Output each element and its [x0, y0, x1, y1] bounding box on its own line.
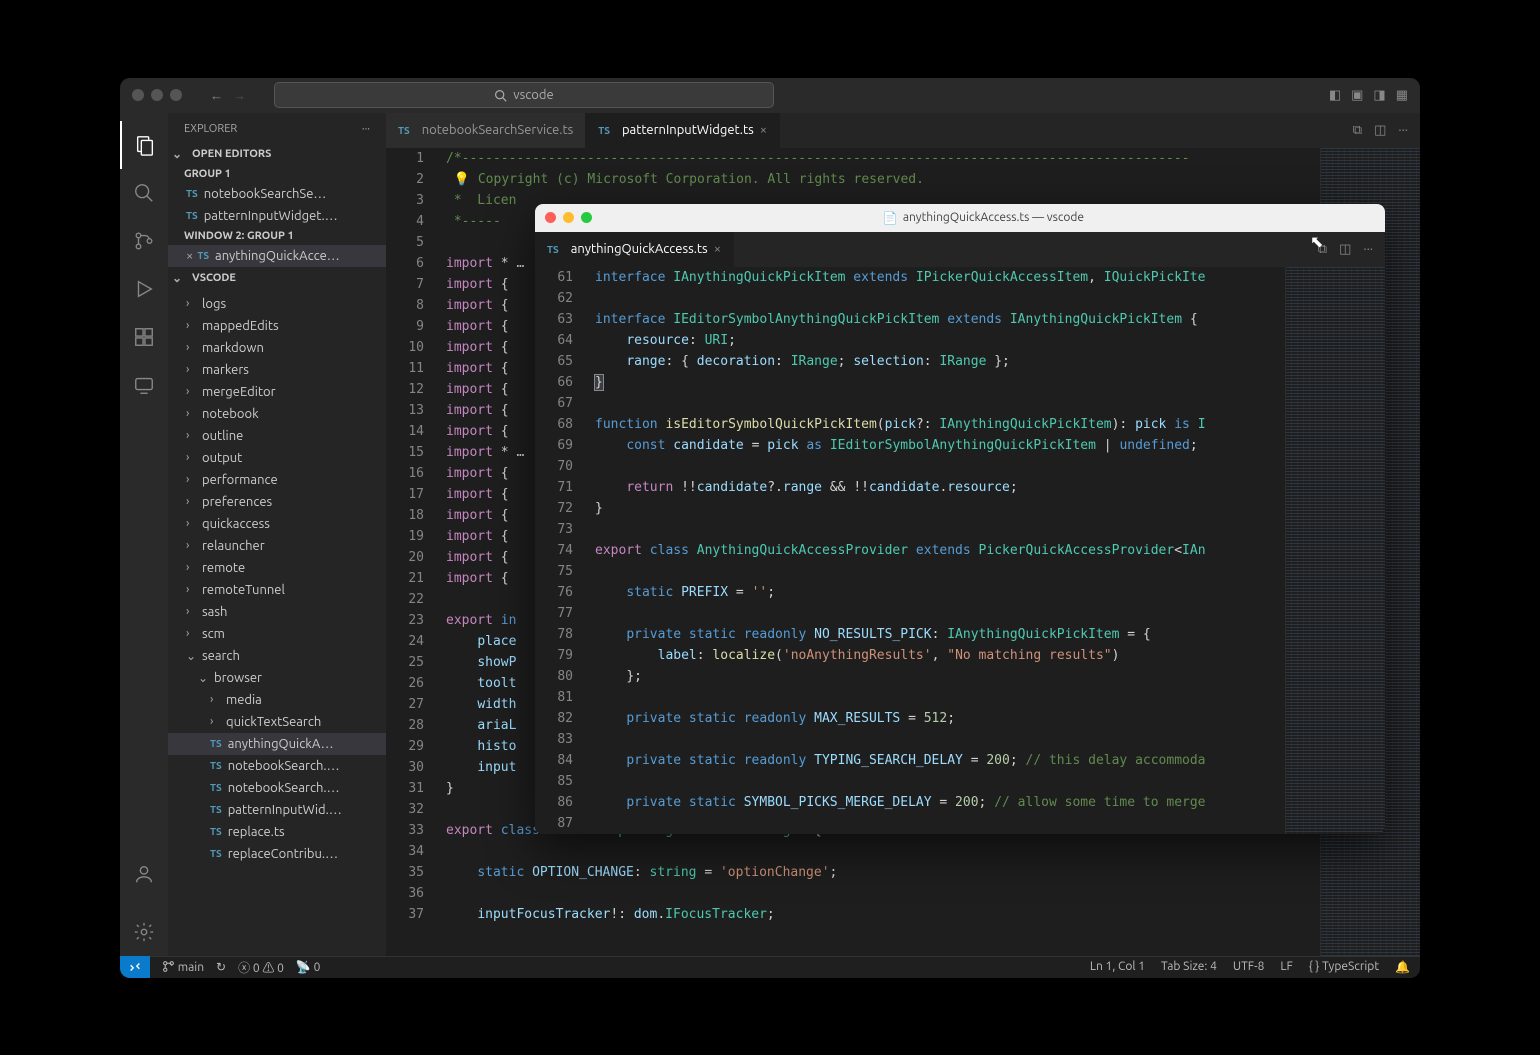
folder-item[interactable]: ›markdown — [168, 337, 386, 359]
folder-item[interactable]: ›mappedEdits — [168, 315, 386, 337]
file-item[interactable]: TSreplace.ts — [168, 821, 386, 843]
toggle-panel-icon[interactable]: ▣ — [1351, 88, 1363, 103]
folder-item[interactable]: ›quickTextSearch — [168, 711, 386, 733]
minimize-icon[interactable] — [563, 212, 574, 223]
split-editor-icon[interactable]: ◫ — [1374, 123, 1386, 138]
folder-item[interactable]: ›mergeEditor — [168, 381, 386, 403]
folder-item[interactable]: ›scm — [168, 623, 386, 645]
folder-item[interactable]: ›quickaccess — [168, 513, 386, 535]
compare-icon[interactable]: ⧉ — [1353, 123, 1362, 138]
more-icon[interactable]: ··· — [1398, 123, 1408, 137]
encoding[interactable]: UTF-8 — [1233, 960, 1264, 974]
folder-item[interactable]: ›remoteTunnel — [168, 579, 386, 601]
folder-item[interactable]: ›remote — [168, 557, 386, 579]
folder-item[interactable]: ›sash — [168, 601, 386, 623]
accounts-icon[interactable] — [120, 850, 168, 898]
language-mode[interactable]: { } TypeScript — [1309, 960, 1379, 974]
folder-item[interactable]: ›outline — [168, 425, 386, 447]
workspace-section[interactable]: ⌄VSCODE — [168, 267, 386, 289]
file-item[interactable]: TSnotebookSearch.… — [168, 755, 386, 777]
floating-title: anythingQuickAccess.ts — vscode — [903, 211, 1084, 224]
titlebar: ← → vscode ◧ ▣ ◨ ▦ — [120, 78, 1420, 113]
close-icon[interactable] — [132, 89, 144, 101]
minimize-icon[interactable] — [151, 89, 163, 101]
explorer-icon[interactable] — [120, 121, 168, 169]
file-item[interactable]: TSnotebookSearch.… — [168, 777, 386, 799]
run-debug-icon[interactable] — [120, 265, 168, 313]
more-icon[interactable]: ··· — [1363, 242, 1373, 256]
ports-indicator[interactable]: 📡 0 — [296, 960, 320, 974]
branch-indicator[interactable]: main — [162, 960, 204, 974]
folder-item[interactable]: ›preferences — [168, 491, 386, 513]
more-icon[interactable]: ··· — [362, 123, 370, 135]
folder-item-browser[interactable]: ⌄browser — [168, 667, 386, 689]
toggle-secondary-sidebar-icon[interactable]: ◨ — [1373, 88, 1385, 103]
command-center-text: vscode — [513, 88, 553, 102]
cursor-position[interactable]: Ln 1, Col 1 — [1090, 960, 1145, 974]
open-editors-section[interactable]: ⌄OPEN EDITORS — [168, 143, 386, 165]
nav-back-icon[interactable]: ← — [210, 88, 223, 103]
tab-label: anythingQuickAccess.ts — [571, 242, 708, 256]
tab-pattern-input[interactable]: TSpatternInputWidget.ts × — [586, 113, 780, 148]
tab-label: notebookSearchService.ts — [422, 123, 574, 137]
window-controls — [132, 89, 182, 101]
floating-window: 📄anythingQuickAccess.ts — vscode TSanyth… — [535, 204, 1385, 834]
indentation[interactable]: Tab Size: 4 — [1161, 960, 1217, 974]
folder-item[interactable]: ›performance — [168, 469, 386, 491]
remote-indicator[interactable] — [120, 956, 150, 978]
close-icon[interactable]: × — [186, 249, 193, 263]
search-icon — [494, 89, 507, 102]
file-item[interactable]: TSreplaceContribu.… — [168, 843, 386, 865]
editor-tabs: TSnotebookSearchService.ts TSpatternInpu… — [386, 113, 1420, 148]
tab-notebook-search[interactable]: TSnotebookSearchService.ts — [386, 113, 586, 148]
folder-item[interactable]: ›markers — [168, 359, 386, 381]
problems-indicator[interactable]: ⓧ 0 ⚠ 0 — [238, 959, 284, 976]
status-bar: main ↻ ⓧ 0 ⚠ 0 📡 0 Ln 1, Col 1 Tab Size:… — [120, 956, 1420, 978]
open-editor-item[interactable]: TSnotebookSearchSe… — [168, 183, 386, 205]
close-icon[interactable]: × — [760, 123, 767, 137]
remote-explorer-icon[interactable] — [120, 361, 168, 409]
floating-titlebar: 📄anythingQuickAccess.ts — vscode — [535, 204, 1385, 232]
tab-label: patternInputWidget.ts — [622, 123, 754, 137]
sidebar: EXPLORER ··· ⌄OPEN EDITORS GROUP 1 TSnot… — [168, 113, 386, 956]
floating-code-editor[interactable]: 6162636465666768697071727374757677787980… — [535, 267, 1385, 834]
activity-bar — [120, 113, 168, 956]
maximize-icon[interactable] — [581, 212, 592, 223]
open-editor-item[interactable]: ×TSanythingQuickAcce… — [168, 245, 386, 267]
eol[interactable]: LF — [1280, 960, 1292, 974]
group-label: GROUP 1 — [168, 165, 386, 183]
source-control-icon[interactable] — [120, 217, 168, 265]
folder-item[interactable]: ›notebook — [168, 403, 386, 425]
settings-gear-icon[interactable] — [120, 908, 168, 956]
sync-icon[interactable]: ↻ — [216, 960, 226, 974]
extensions-icon[interactable] — [120, 313, 168, 361]
notifications-icon[interactable]: 🔔 — [1395, 960, 1410, 974]
toggle-primary-sidebar-icon[interactable]: ◧ — [1329, 88, 1341, 103]
file-item[interactable]: TSpatternInputWid.… — [168, 799, 386, 821]
folder-item[interactable]: ›media — [168, 689, 386, 711]
close-icon[interactable] — [545, 212, 556, 223]
open-editor-item[interactable]: TSpatternInputWidget.… — [168, 205, 386, 227]
file-item[interactable]: TSanythingQuickA… — [168, 733, 386, 755]
folder-item-search[interactable]: ⌄search — [168, 645, 386, 667]
tab-anything-quick-access[interactable]: TSanythingQuickAccess.ts × — [535, 232, 734, 267]
maximize-icon[interactable] — [170, 89, 182, 101]
split-editor-icon[interactable]: ◫ — [1339, 242, 1351, 257]
search-icon[interactable] — [120, 169, 168, 217]
minimap[interactable] — [1285, 267, 1385, 834]
nav-forward-icon[interactable]: → — [233, 88, 246, 103]
compare-icon[interactable]: ⧉ — [1318, 242, 1327, 257]
folder-item[interactable]: ›output — [168, 447, 386, 469]
folder-item[interactable]: ›relauncher — [168, 535, 386, 557]
command-center[interactable]: vscode — [274, 82, 774, 108]
folder-item[interactable]: ›logs — [168, 293, 386, 315]
group-label: WINDOW 2: GROUP 1 — [168, 227, 386, 245]
customize-layout-icon[interactable]: ▦ — [1396, 88, 1408, 103]
sidebar-title: EXPLORER — [184, 123, 237, 135]
close-icon[interactable]: × — [714, 242, 721, 256]
